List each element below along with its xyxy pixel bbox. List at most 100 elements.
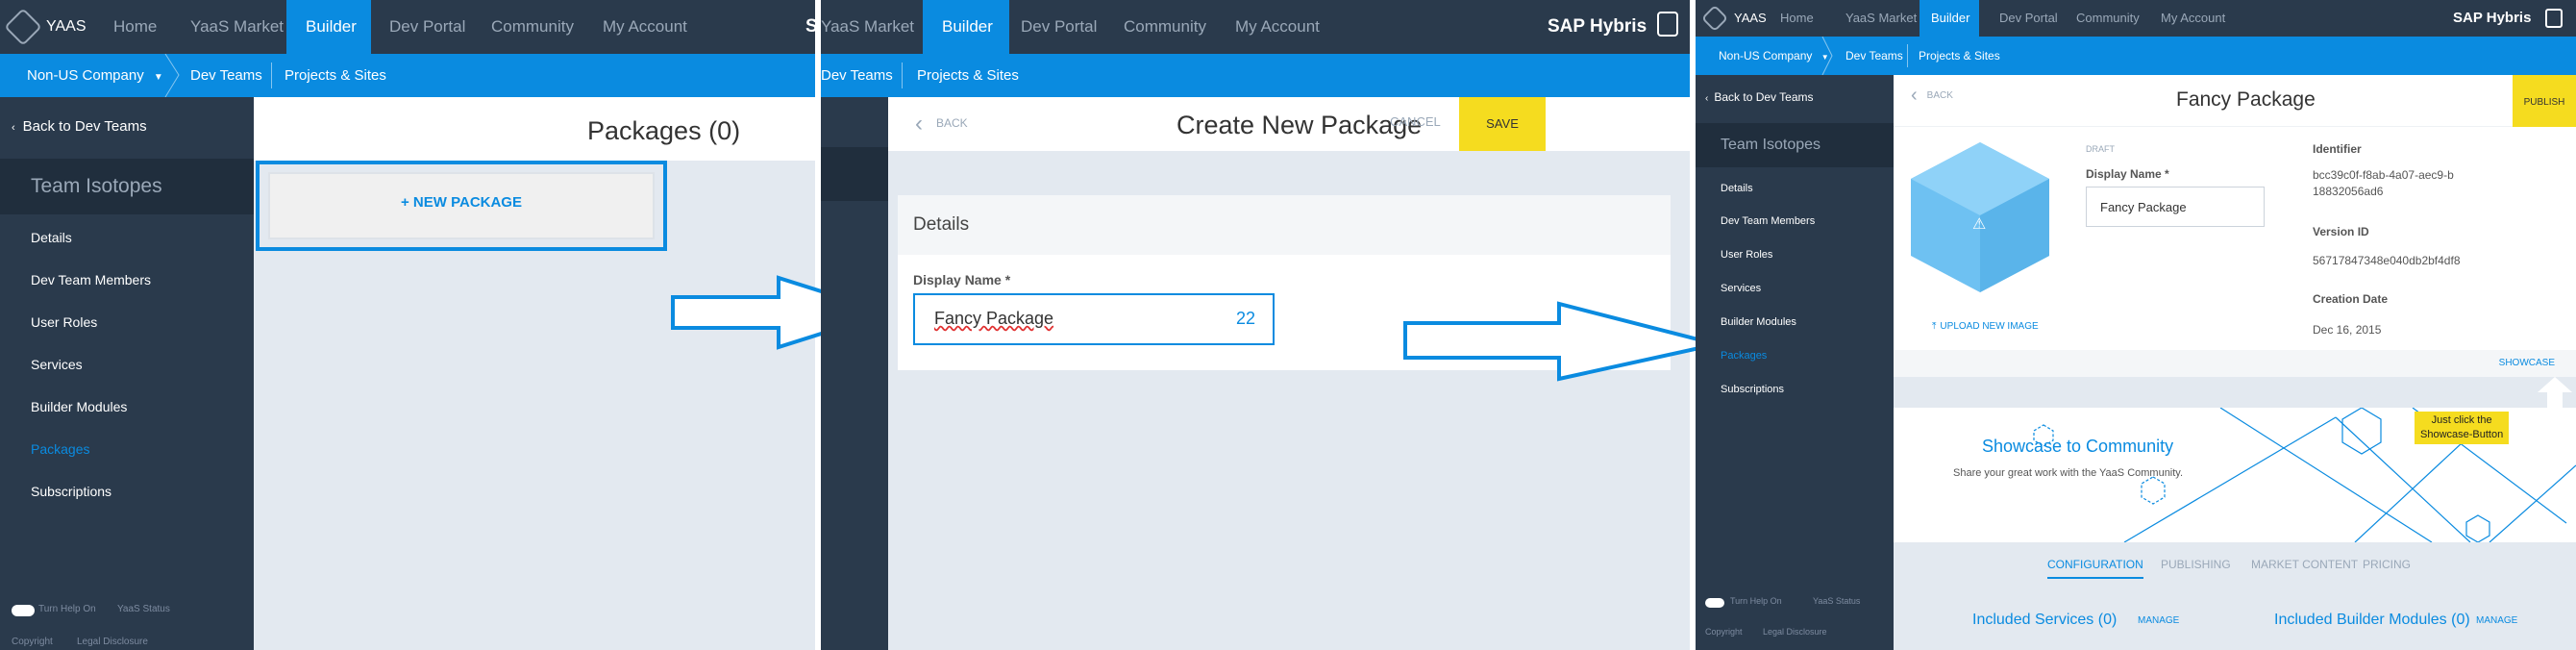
breadcrumb-projects[interactable]: Projects & Sites — [917, 54, 1019, 97]
help-toggle[interactable] — [1705, 598, 1724, 608]
copyright-link[interactable]: Copyright — [1705, 627, 1743, 637]
manage-modules-link[interactable]: MANAGE — [2476, 615, 2517, 626]
nav-brand[interactable]: YAAS — [1734, 0, 1767, 37]
status-link[interactable]: YaaS Status — [117, 604, 170, 614]
help-toggle[interactable] — [12, 605, 35, 616]
side-item-packages[interactable]: Packages — [31, 441, 89, 457]
copyright-link[interactable]: Copyright — [12, 637, 53, 647]
upload-image-link[interactable]: ⤒ UPLOAD NEW IMAGE — [1932, 321, 2039, 332]
side-nav: ‹ Back to Dev Teams Team Isotopes Details… — [0, 97, 254, 650]
nav-sap: S — [805, 16, 815, 37]
back-button[interactable]: ‹ BACK — [915, 111, 968, 138]
company-select[interactable]: Non-US Company ▼ — [27, 54, 163, 97]
company-select[interactable]: Non-US Company ▼ — [1719, 37, 1829, 75]
side-item-details[interactable]: Details — [1721, 183, 1753, 194]
sub-nav: Non-US Company ▼ Dev Teams Projects & Si… — [0, 54, 815, 97]
breadcrumb-dev-teams[interactable]: Dev Teams — [1845, 37, 1903, 75]
side-item-roles[interactable]: User Roles — [31, 314, 97, 330]
showcase-subtitle: Share your great work with the YaaS Comm… — [1953, 467, 2184, 479]
chevron-left-icon: ‹ — [915, 111, 923, 137]
showcase-bar: SHOWCASE — [1894, 350, 2576, 377]
included-services: Included Services (0) — [1972, 612, 2118, 628]
display-name-input[interactable]: Fancy Package 22 — [913, 293, 1275, 345]
breadcrumb-dev-teams[interactable]: Dev Teams — [821, 54, 893, 97]
help-label: Turn Help On — [1730, 596, 1782, 606]
help-label: Turn Help On — [38, 604, 96, 614]
arrow-right-icon — [1403, 301, 1718, 382]
sap-hybris-brand: SAP Hybris — [1548, 16, 1647, 37]
manage-services-link[interactable]: MANAGE — [2138, 615, 2179, 626]
breadcrumb-projects[interactable]: Projects & Sites — [1919, 37, 2000, 75]
legal-link[interactable]: Legal Disclosure — [1763, 627, 1827, 637]
nav-yaas-market[interactable]: YaaS Market — [821, 0, 914, 54]
tab-configuration[interactable]: CONFIGURATION — [2047, 558, 2143, 579]
chevron-left-icon: ‹ — [12, 122, 15, 134]
nav-builder[interactable]: Builder — [286, 0, 371, 54]
side-item-modules[interactable]: Builder Modules — [1721, 316, 1796, 328]
nav-my-account[interactable]: My Account — [1235, 0, 1320, 54]
chevron-left-icon: ‹ — [1705, 93, 1709, 104]
created-value: Dec 16, 2015 — [2313, 323, 2382, 337]
nav-my-account[interactable]: My Account — [2161, 0, 2225, 37]
nav-builder[interactable]: Builder — [1920, 0, 1979, 37]
main-content: ‹ BACK Fancy Package PUBLISH ⚠ ⤒ UPLOAD NE… — [1894, 75, 2576, 650]
details-heading: Details — [913, 214, 970, 235]
nav-community[interactable]: Community — [491, 0, 574, 54]
sap-hybris-brand: SAP Hybris — [2453, 10, 2532, 26]
publish-button[interactable]: PUBLISH — [2513, 75, 2576, 127]
nav-home[interactable]: Home — [1780, 0, 1814, 37]
team-header: Team Isotopes — [1696, 123, 1894, 167]
arrow-up-icon — [2538, 377, 2572, 408]
created-label: Creation Date — [2313, 292, 2389, 306]
showcase-link[interactable]: SHOWCASE — [2499, 358, 2555, 368]
new-package-button[interactable]: + NEW PACKAGE — [268, 172, 655, 239]
nav-community[interactable]: Community — [2076, 0, 2140, 37]
status-link[interactable]: YaaS Status — [1813, 596, 1860, 606]
hexagon-logo-icon — [1657, 12, 1678, 37]
cancel-button[interactable]: CANCEL — [1390, 114, 1441, 129]
nav-yaas-market[interactable]: YaaS Market — [1845, 0, 1917, 37]
top-nav: YAAS Home YaaS Market Builder Dev Portal… — [1696, 0, 2576, 37]
detail-header: ‹ BACK Fancy Package PUBLISH — [1894, 75, 2576, 127]
side-item-members[interactable]: Dev Team Members — [1721, 215, 1815, 227]
tab-pricing[interactable]: PRICING — [2363, 558, 2411, 571]
nav-my-account[interactable]: My Account — [603, 0, 687, 54]
package-cube-image: ⚠ — [1911, 142, 2049, 292]
tab-publishing[interactable]: PUBLISHING — [2161, 558, 2231, 571]
chevron-left-icon: ‹ — [1911, 85, 1918, 106]
included-modules: Included Builder Modules (0) — [2274, 612, 2470, 628]
side-item-services[interactable]: Services — [31, 357, 83, 372]
side-item-packages[interactable]: Packages — [1721, 350, 1767, 362]
nav-dev-portal[interactable]: Dev Portal — [1021, 0, 1097, 54]
nav-dev-portal[interactable]: Dev Portal — [1999, 0, 2058, 37]
breadcrumb-dev-teams[interactable]: Dev Teams — [190, 54, 262, 97]
side-item-subscriptions[interactable]: Subscriptions — [1721, 384, 1784, 395]
save-button[interactable]: SAVE — [1459, 97, 1546, 151]
version-label: Version ID — [2313, 225, 2369, 238]
create-header: ‹ BACK Create New Package CANCEL SAVE — [888, 97, 1690, 151]
side-item-details[interactable]: Details — [31, 230, 72, 245]
display-name-label: Display Name * — [913, 272, 1011, 288]
back-button[interactable]: ‹ BACK — [1911, 85, 1953, 107]
nav-dev-portal[interactable]: Dev Portal — [389, 0, 465, 54]
tab-market-content[interactable]: MARKET CONTENT — [2251, 558, 2358, 571]
nav-yaas-market[interactable]: YaaS Market — [190, 0, 284, 54]
side-item-subscriptions[interactable]: Subscriptions — [31, 484, 111, 499]
breadcrumb-projects[interactable]: Projects & Sites — [285, 54, 386, 97]
side-item-services[interactable]: Services — [1721, 283, 1761, 294]
side-item-members[interactable]: Dev Team Members — [31, 272, 151, 288]
svg-text:⚠: ⚠ — [1972, 214, 1986, 233]
page-title: Create New Package — [1177, 111, 1423, 139]
nav-builder[interactable]: Builder — [923, 0, 1009, 54]
nav-home[interactable]: Home — [113, 0, 157, 54]
back-to-dev-teams[interactable]: ‹ Back to Dev Teams — [1705, 90, 1814, 104]
side-item-modules[interactable]: Builder Modules — [31, 399, 127, 414]
display-name-input[interactable]: Fancy Package — [2086, 187, 2265, 227]
nav-brand[interactable]: YAAS — [46, 0, 87, 54]
hexagon-logo-icon — [4, 8, 42, 46]
back-to-dev-teams[interactable]: ‹ Back to Dev Teams — [12, 118, 147, 135]
side-item-roles[interactable]: User Roles — [1721, 249, 1772, 261]
nav-community[interactable]: Community — [1124, 0, 1206, 54]
legal-link[interactable]: Legal Disclosure — [77, 637, 148, 647]
team-header: Team Isotopes — [0, 159, 254, 214]
